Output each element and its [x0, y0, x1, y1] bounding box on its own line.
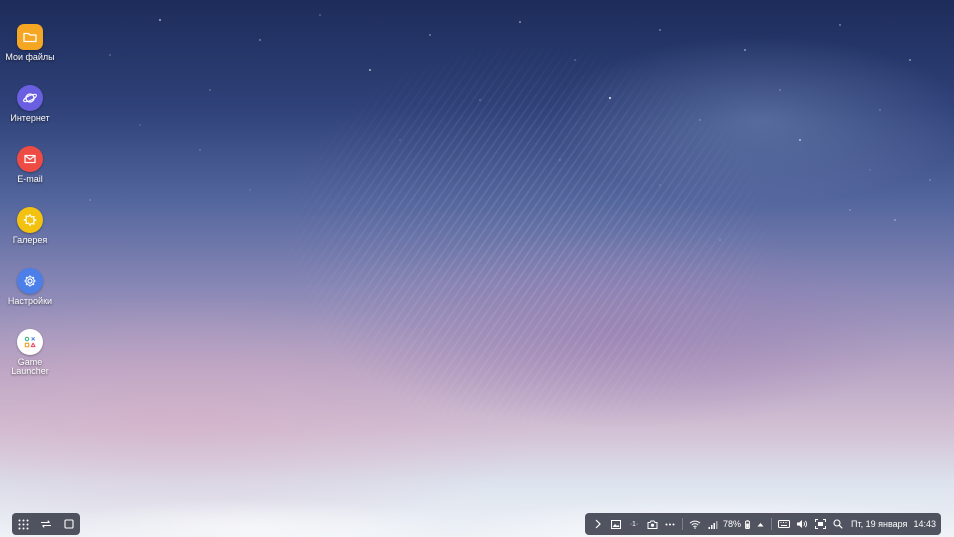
desktop-icon-email[interactable]: E-mail: [0, 146, 60, 184]
desktop-icon-label: Game Launcher: [11, 357, 49, 376]
taskbar-right: ·1· 78% Пт, 19 января 14:43: [585, 513, 941, 535]
date-label[interactable]: Пт, 19 января: [847, 513, 907, 535]
desktop-icon-label: Настройки: [7, 296, 53, 306]
taskbar-divider: [771, 518, 773, 530]
desktop-icon-gallery[interactable]: Галерея: [0, 207, 60, 245]
wallpaper-stripes: [280, 40, 780, 420]
volume-icon[interactable]: [793, 513, 811, 535]
flower-icon: [17, 207, 43, 233]
desktop-icon-settings[interactable]: Настройки: [0, 268, 60, 306]
image-icon[interactable]: [607, 513, 625, 535]
taskbar-divider: [682, 518, 683, 530]
signal-icon[interactable]: [704, 513, 722, 535]
notification-count-icon[interactable]: ·1·: [625, 513, 643, 535]
battery-icon[interactable]: [742, 513, 752, 535]
folder-icon: [17, 24, 43, 50]
desktop-icon-label: Галерея: [12, 235, 48, 245]
chevron-right-icon[interactable]: [589, 513, 607, 535]
apps-grid-icon[interactable]: [18, 513, 29, 535]
desktop-icon-internet[interactable]: Интернет: [0, 85, 60, 123]
game-launcher-icon: [17, 329, 43, 355]
desktop-icon-game-launcher[interactable]: Game Launcher: [0, 329, 60, 376]
desktop-icon-my-files[interactable]: Мои файлы: [0, 24, 60, 62]
camera-icon[interactable]: [643, 513, 661, 535]
more-dots-icon[interactable]: [661, 513, 679, 535]
home-square-icon[interactable]: [64, 513, 74, 535]
time-label[interactable]: 14:43: [907, 513, 936, 535]
keyboard-icon[interactable]: [775, 513, 793, 535]
envelope-icon: [17, 146, 43, 172]
gear-icon: [17, 268, 43, 294]
search-icon[interactable]: [829, 513, 847, 535]
desktop-icon-label: Интернет: [10, 113, 50, 123]
battery-percent[interactable]: 78%: [722, 513, 742, 535]
wifi-icon[interactable]: [686, 513, 704, 535]
caret-up-icon[interactable]: [752, 513, 768, 535]
recent-apps-icon[interactable]: [40, 513, 52, 535]
desktop-icon-label: Мои файлы: [5, 52, 55, 62]
screenshot-icon[interactable]: [811, 513, 829, 535]
desktop-icon-label: E-mail: [17, 174, 43, 184]
starfield: [39, 14, 931, 241]
taskbar-left: [12, 513, 80, 535]
planet-icon: [17, 85, 43, 111]
